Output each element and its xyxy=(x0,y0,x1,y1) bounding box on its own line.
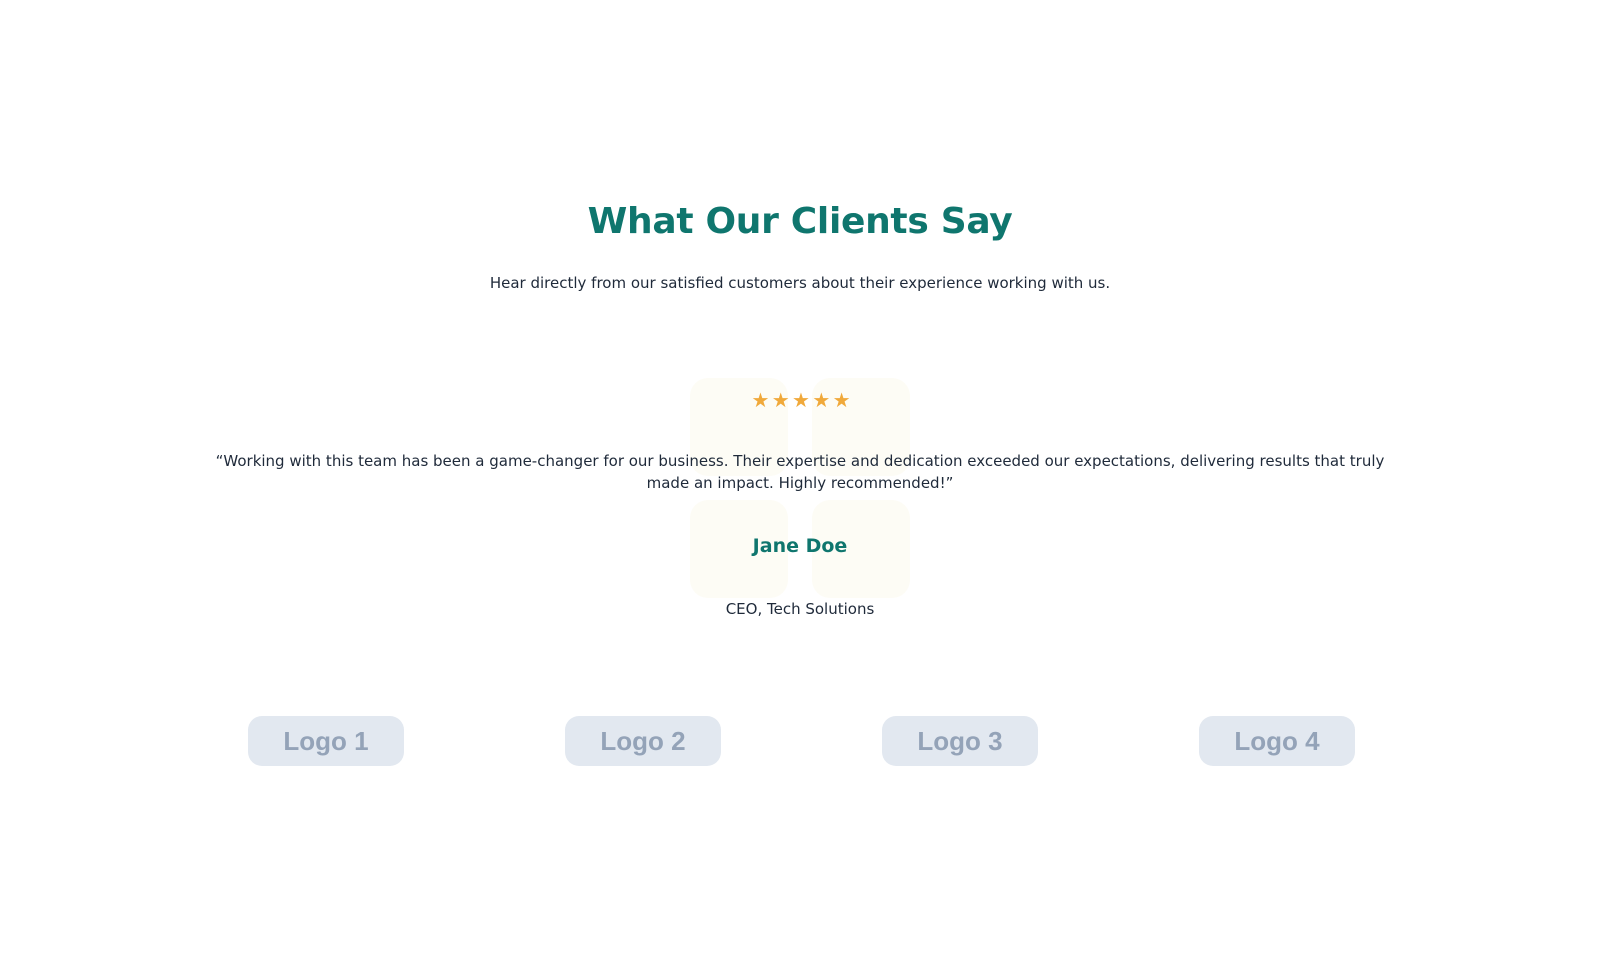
star-icon: ★ xyxy=(832,388,851,412)
star-icon: ★ xyxy=(771,388,790,412)
client-logo: Logo 2 xyxy=(565,716,721,766)
client-logo: Logo 4 xyxy=(1199,716,1355,766)
client-logo: Logo 1 xyxy=(248,716,404,766)
star-icon: ★ xyxy=(792,388,810,412)
star-icon: ★ xyxy=(751,388,769,412)
author-name: Jane Doe xyxy=(752,535,848,557)
testimonial-quote: “Working with this team has been a game-… xyxy=(215,452,1385,492)
client-logo: Logo 3 xyxy=(882,716,1038,766)
section-subtitle: Hear directly from our satisfied custome… xyxy=(489,274,1111,292)
client-logos: Logo 1 Logo 2 Logo 3 Logo 4 xyxy=(0,716,1600,766)
section-title: What Our Clients Say xyxy=(587,201,1013,242)
star-icon: ★ xyxy=(812,388,830,412)
author-role: CEO, Tech Solutions xyxy=(725,600,875,618)
star-rating: ★ ★ ★ ★ ★ xyxy=(0,389,1600,411)
testimonials-section: What Our Clients Say Hear directly from … xyxy=(0,0,1600,978)
